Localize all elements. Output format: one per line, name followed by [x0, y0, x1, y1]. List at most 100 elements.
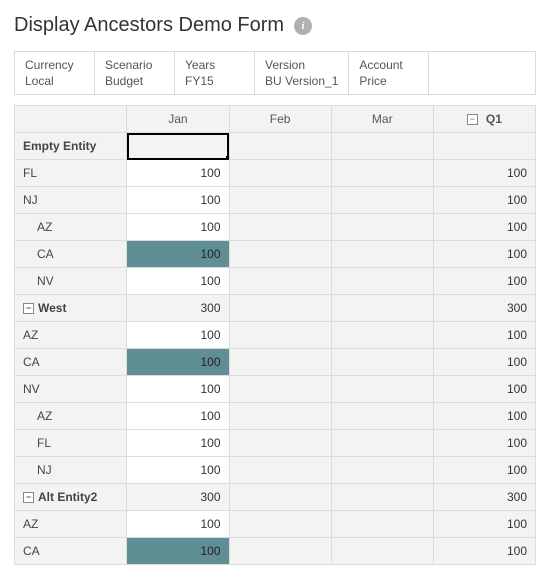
pov-item[interactable]: AccountPrice — [349, 52, 429, 94]
row-header[interactable]: −West — [15, 295, 127, 322]
row-header[interactable]: FL — [15, 160, 127, 187]
cell-feb[interactable] — [229, 133, 331, 160]
cell-q1[interactable]: 100 — [433, 214, 535, 241]
cell-q1[interactable]: 100 — [433, 511, 535, 538]
row-header[interactable]: FL — [15, 430, 127, 457]
cell-mar[interactable] — [331, 511, 433, 538]
cell-mar[interactable] — [331, 349, 433, 376]
cell-q1[interactable]: 100 — [433, 160, 535, 187]
cell-jan[interactable]: 100 — [127, 376, 229, 403]
collapse-icon[interactable]: − — [467, 114, 478, 125]
cell-feb[interactable] — [229, 214, 331, 241]
cell-mar[interactable] — [331, 457, 433, 484]
row-header[interactable]: CA — [15, 349, 127, 376]
cell-jan[interactable]: 100 — [127, 538, 229, 565]
cell-q1[interactable]: 100 — [433, 349, 535, 376]
cell-jan[interactable]: 100 — [127, 349, 229, 376]
pov-item[interactable]: YearsFY15 — [175, 52, 255, 94]
cell-q1[interactable]: 100 — [433, 457, 535, 484]
cell-mar[interactable] — [331, 214, 433, 241]
row-header[interactable]: CA — [15, 241, 127, 268]
cell-feb[interactable] — [229, 457, 331, 484]
row-header[interactable]: NV — [15, 376, 127, 403]
pov-item[interactable]: CurrencyLocal — [15, 52, 95, 94]
row-header[interactable]: CA — [15, 538, 127, 565]
cell-jan[interactable]: 100 — [127, 511, 229, 538]
cell-mar[interactable] — [331, 268, 433, 295]
row-header[interactable]: NV — [15, 268, 127, 295]
row-header[interactable]: AZ — [15, 322, 127, 349]
row-label: FL — [37, 436, 51, 450]
row-label: CA — [23, 355, 40, 369]
cell-q1[interactable]: 100 — [433, 430, 535, 457]
col-header-mar[interactable]: Mar — [331, 106, 433, 133]
cell-feb[interactable] — [229, 241, 331, 268]
cell-mar[interactable] — [331, 133, 433, 160]
cell-q1[interactable] — [433, 133, 535, 160]
pov-item[interactable]: ScenarioBudget — [95, 52, 175, 94]
cell-q1[interactable]: 300 — [433, 295, 535, 322]
collapse-icon[interactable]: − — [23, 303, 34, 314]
pov-value: BU Version_1 — [265, 74, 338, 88]
cell-jan[interactable]: 100 — [127, 322, 229, 349]
cell-feb[interactable] — [229, 349, 331, 376]
cell-q1[interactable]: 100 — [433, 322, 535, 349]
cell-feb[interactable] — [229, 538, 331, 565]
col-header-q1[interactable]: − Q1 — [433, 106, 535, 133]
cell-feb[interactable] — [229, 511, 331, 538]
pov-item[interactable]: VersionBU Version_1 — [255, 52, 349, 94]
cell-jan[interactable]: 100 — [127, 160, 229, 187]
col-header-jan[interactable]: Jan — [127, 106, 229, 133]
cell-mar[interactable] — [331, 538, 433, 565]
row-label: CA — [23, 544, 40, 558]
row-header[interactable]: −Alt Entity2 — [15, 484, 127, 511]
cell-feb[interactable] — [229, 160, 331, 187]
table-row: FL 100 100 — [15, 430, 536, 457]
cell-jan[interactable]: 100 — [127, 241, 229, 268]
cell-mar[interactable] — [331, 403, 433, 430]
cell-q1[interactable]: 100 — [433, 376, 535, 403]
cell-jan[interactable]: 100 — [127, 187, 229, 214]
cell-jan[interactable]: 100 — [127, 457, 229, 484]
cell-feb[interactable] — [229, 376, 331, 403]
cell-jan[interactable]: 100 — [127, 268, 229, 295]
cell-feb[interactable] — [229, 295, 331, 322]
cell-q1[interactable]: 100 — [433, 241, 535, 268]
row-header[interactable]: AZ — [15, 511, 127, 538]
cell-q1[interactable]: 100 — [433, 187, 535, 214]
cell-jan[interactable]: 100 — [127, 430, 229, 457]
cell-feb[interactable] — [229, 268, 331, 295]
cell-jan[interactable]: 300 — [127, 484, 229, 511]
cell-mar[interactable] — [331, 430, 433, 457]
row-header[interactable]: NJ — [15, 457, 127, 484]
cell-mar[interactable] — [331, 376, 433, 403]
cell-feb[interactable] — [229, 403, 331, 430]
row-header[interactable]: Empty Entity — [15, 133, 127, 160]
cell-mar[interactable] — [331, 322, 433, 349]
row-header[interactable]: NJ — [15, 187, 127, 214]
cell-mar[interactable] — [331, 484, 433, 511]
cell-mar[interactable] — [331, 160, 433, 187]
cell-feb[interactable] — [229, 430, 331, 457]
cell-q1[interactable]: 100 — [433, 268, 535, 295]
collapse-icon[interactable]: − — [23, 492, 34, 503]
cell-mar[interactable] — [331, 295, 433, 322]
cell-mar[interactable] — [331, 241, 433, 268]
col-header-feb[interactable]: Feb — [229, 106, 331, 133]
cell-q1[interactable]: 300 — [433, 484, 535, 511]
row-header[interactable]: AZ — [15, 403, 127, 430]
cell-jan[interactable]: 100 — [127, 403, 229, 430]
row-header[interactable]: AZ — [15, 214, 127, 241]
table-row: FL100100 — [15, 160, 536, 187]
cell-jan[interactable]: 300 — [127, 295, 229, 322]
cell-q1[interactable]: 100 — [433, 403, 535, 430]
cell-feb[interactable] — [229, 484, 331, 511]
cell-feb[interactable] — [229, 187, 331, 214]
row-label: NV — [37, 274, 54, 288]
info-icon[interactable]: i — [294, 17, 312, 35]
cell-jan[interactable] — [127, 133, 229, 160]
cell-mar[interactable] — [331, 187, 433, 214]
cell-feb[interactable] — [229, 322, 331, 349]
cell-q1[interactable]: 100 — [433, 538, 535, 565]
cell-jan[interactable]: 100 — [127, 214, 229, 241]
